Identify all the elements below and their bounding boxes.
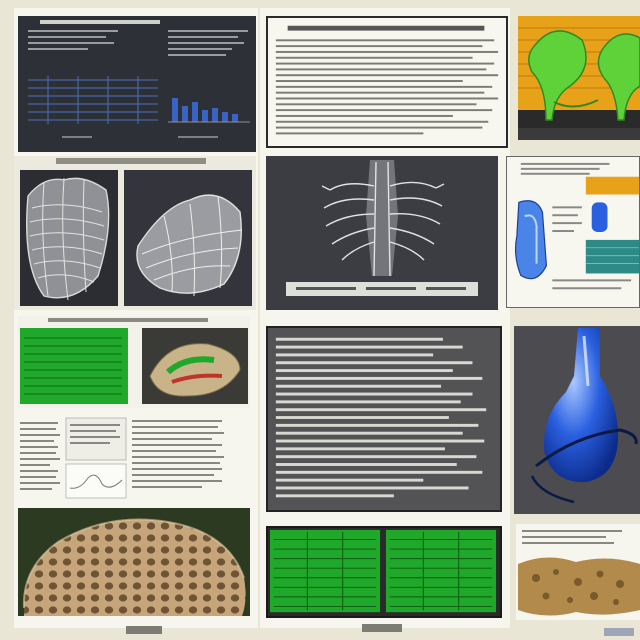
green-table-panel [266,526,502,618]
chart-printout-panel [18,16,256,152]
middle-footer-mark [362,624,402,632]
mesh-render-panel [14,156,256,310]
green-report-panel [18,316,250,408]
text-document-panel [266,16,508,148]
sponge-photo-panel [516,524,640,620]
blue-vessel-diagram-panel [506,156,640,308]
dense-text-document-panel [266,326,502,512]
blue-glass-render-panel [514,326,640,514]
leaf-illustration-panel [518,16,640,140]
skeleton-xray-panel [266,156,498,310]
mixed-printout-panel [18,414,228,502]
left-footer-mark [126,626,162,634]
right-footer-mark [604,628,634,636]
cell-texture-photo-panel [18,508,250,616]
